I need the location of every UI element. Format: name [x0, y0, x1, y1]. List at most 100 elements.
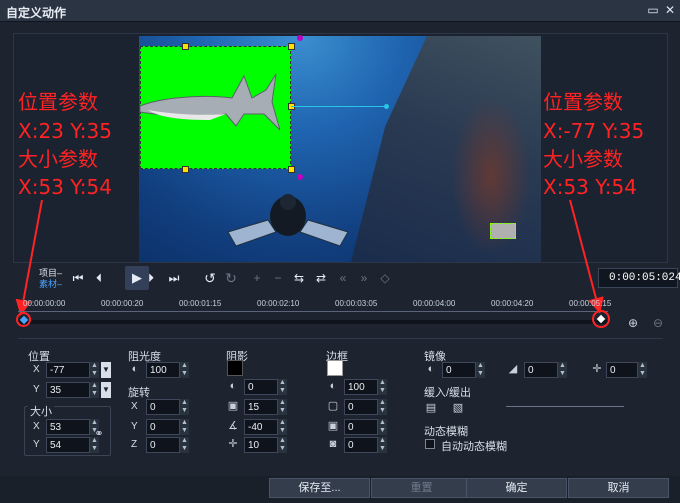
distort-handle[interactable] — [297, 174, 303, 180]
opacity-input[interactable] — [146, 362, 180, 378]
shadow-opacity-icon: ◐ — [229, 380, 237, 392]
rotation-title: 旋转 — [128, 387, 150, 399]
border-color-swatch[interactable] — [327, 360, 343, 376]
rotation-y-spinner[interactable]: ▲ ▼ — [180, 419, 189, 435]
annotation-left-size-label: 大小参数 — [18, 147, 98, 171]
save-to-button[interactable]: 保存至... — [269, 478, 370, 498]
resize-handle[interactable] — [182, 43, 189, 50]
border-opacity-input[interactable] — [344, 379, 378, 395]
rotation-x-spinner[interactable]: ▲ ▼ — [180, 399, 189, 415]
mirror-opacity-spinner[interactable]: ▲ ▼ — [476, 362, 485, 378]
border-offset-icon: ◙ — [329, 438, 337, 450]
shadow-size-spinner[interactable]: ▲ ▼ — [278, 399, 287, 415]
add-keyframe-icon[interactable]: + — [249, 270, 265, 286]
ease-out-icon[interactable]: ▧ — [451, 401, 465, 415]
border-blur-spinner[interactable]: ▲ ▼ — [378, 419, 387, 435]
shadow-distance-spinner[interactable]: ▲ ▼ — [278, 437, 287, 453]
rotation-z-spinner[interactable]: ▲ ▼ — [180, 437, 189, 453]
keyframe-start[interactable] — [16, 312, 31, 327]
resize-handle[interactable] — [288, 166, 295, 173]
close-icon[interactable]: ✕ — [663, 3, 677, 17]
mirror-opacity-input[interactable] — [442, 362, 476, 378]
remove-keyframe-icon[interactable]: − — [270, 270, 286, 286]
mirror-fade-spinner[interactable]: ▲ ▼ — [558, 362, 567, 378]
rotation-x-row: X ▲▼ — [128, 399, 208, 415]
reset-button[interactable]: 重置 — [371, 478, 472, 498]
opacity-row: ◐ ▲▼ — [128, 362, 208, 378]
rotation-y-input[interactable] — [146, 419, 180, 435]
rotation-z-input[interactable] — [146, 437, 180, 453]
shadow-angle-input[interactable] — [244, 419, 278, 435]
step-back-icon[interactable]: ⏴ — [91, 270, 107, 286]
next-keyframe-icon[interactable]: » — [356, 270, 372, 286]
keyframe-diamond-icon — [596, 314, 606, 324]
undo-icon[interactable]: ↺ — [202, 270, 218, 286]
border-blur-input[interactable] — [344, 419, 378, 435]
auto-motion-blur-checkbox[interactable] — [425, 439, 435, 449]
keyframe-end[interactable] — [592, 310, 610, 328]
position-x-input[interactable] — [46, 362, 90, 378]
step-forward-icon[interactable]: ⏵ — [143, 270, 159, 286]
opacity-spinner[interactable]: ▲ ▼ — [180, 362, 189, 378]
border-opacity-spinner[interactable]: ▲ ▼ — [378, 379, 387, 395]
border-blur-row: ▣ ▲▼ — [326, 419, 406, 435]
rotation-x-input[interactable] — [146, 399, 180, 415]
ease-slider[interactable] — [506, 406, 624, 407]
mirror-offset-row: ✛ ▲▼ — [590, 362, 660, 378]
size-x-input[interactable] — [46, 419, 90, 435]
zoom-out-icon[interactable]: ⊖ — [651, 316, 665, 330]
timecode-display[interactable]: 0:00:05:024 — [598, 268, 680, 288]
border-offset-spinner[interactable]: ▲ ▼ — [378, 437, 387, 453]
skip-start-icon[interactable]: ⏮ — [70, 270, 86, 286]
shadow-color-swatch[interactable] — [227, 360, 243, 376]
motion-path-point[interactable] — [384, 104, 389, 109]
distort-handle[interactable] — [297, 35, 303, 41]
position-y-spinner[interactable]: ▲ ▼ — [90, 382, 99, 398]
border-blur-icon: ▣ — [327, 420, 339, 432]
ruler-label: 00:00:00:00 — [23, 299, 66, 308]
shadow-distance-input[interactable] — [244, 437, 278, 453]
restore-icon[interactable]: ▭ — [646, 3, 660, 17]
position-x-spinner[interactable]: ▲ ▼ — [90, 362, 99, 378]
mirror-offset-spinner[interactable]: ▲ ▼ — [638, 362, 647, 378]
timeline-ruler[interactable]: 00:00:00:00 00:00:00:20 00:00:01:15 00:0… — [13, 297, 613, 327]
project-clip-toggle[interactable]: 项目– 素材– — [39, 268, 62, 290]
border-size-input[interactable] — [344, 399, 378, 415]
ease-in-icon[interactable]: ▤ — [424, 401, 438, 415]
mirror-opacity-icon: ◐ — [427, 363, 435, 375]
resize-handle[interactable] — [182, 166, 189, 173]
angle-icon: ∡ — [228, 420, 238, 432]
position-y-menu[interactable]: ▼ — [101, 382, 111, 398]
position-y-input[interactable] — [46, 382, 90, 398]
position-y-label: Y — [33, 384, 40, 395]
prev-keyframe-icon[interactable]: « — [335, 270, 351, 286]
shadow-angle-row: ∡ ▲▼ — [226, 419, 306, 435]
redo-icon[interactable]: ↻ — [223, 270, 239, 286]
border-size-spinner[interactable]: ▲ ▼ — [378, 399, 387, 415]
swap-keyframe-icon[interactable]: ⇄ — [313, 270, 329, 286]
ruler-label: 00:00:01:15 — [179, 299, 222, 308]
position-x-menu[interactable]: ▼ — [101, 362, 111, 378]
mirror-opacity-row: ◐ ▲▼ — [424, 362, 504, 378]
flip-keyframe-icon[interactable]: ⇆ — [291, 270, 307, 286]
annotation-right-size-values: X:53 Y:54 — [543, 175, 637, 199]
resize-handle[interactable] — [288, 43, 295, 50]
link-icon[interactable]: ⚭ — [92, 427, 106, 441]
fade-keyframe-icon[interactable]: ◇ — [377, 270, 393, 286]
shadow-size-input[interactable] — [244, 399, 278, 415]
border-opacity-row: ◐ ▲▼ — [326, 379, 406, 395]
rotation-y-label: Y — [131, 421, 138, 432]
shadow-opacity-input[interactable] — [244, 379, 278, 395]
shadow-angle-spinner[interactable]: ▲ ▼ — [278, 419, 287, 435]
cancel-button[interactable]: 取消 — [568, 478, 669, 498]
border-offset-input[interactable] — [344, 437, 378, 453]
skip-end-icon[interactable]: ⏭ — [166, 270, 182, 286]
size-y-input[interactable] — [46, 437, 90, 453]
rotation-y-row: Y ▲▼ — [128, 419, 208, 435]
mirror-fade-input[interactable] — [524, 362, 558, 378]
shadow-opacity-spinner[interactable]: ▲ ▼ — [278, 379, 287, 395]
mirror-offset-input[interactable] — [606, 362, 638, 378]
zoom-in-icon[interactable]: ⊕ — [626, 316, 640, 330]
keyframe-track[interactable] — [18, 320, 608, 324]
ok-button[interactable]: 确定 — [466, 478, 567, 498]
